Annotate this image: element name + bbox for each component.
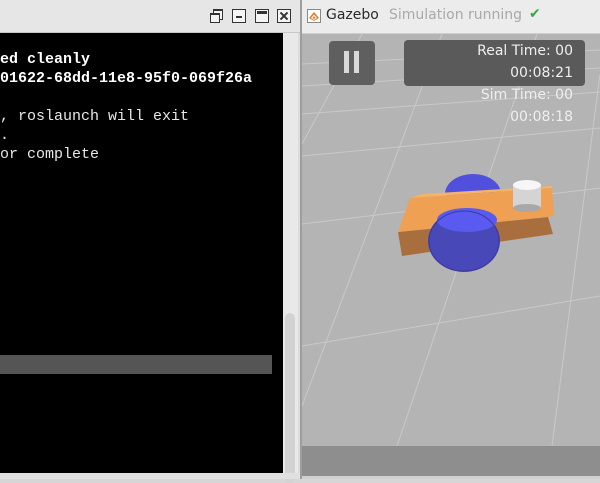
terminal-line: ed cleanly [0,51,91,68]
time-panel: Real Time: 00 00:08:21 Sim Time: 00 00:0… [404,40,585,125]
pause-button[interactable] [329,41,375,85]
gazebo-window: Gazebo Simulation running ✔ Real Time: 0… [302,0,600,479]
terminal-output[interactable]: ed cleanly 01622-68dd-11e8-95f0-069f26a … [0,33,283,473]
real-time-label: Real Time: 00 [477,43,573,59]
terminal-line: . [0,127,10,144]
simulation-viewport[interactable]: Real Time: 00 00:08:21 Sim Time: 00 00:0… [302,34,600,446]
terminal-bottom-border [0,473,300,479]
sim-time-label: Sim Time: 00 [480,87,573,103]
restore-icon[interactable] [210,9,224,23]
pause-icon [344,51,360,75]
gazebo-bottom-toolbar [302,446,600,479]
terminal-line: or complete [0,146,100,163]
simulation-status: Simulation running [389,7,523,23]
gazebo-titlebar: Gazebo Simulation running ✔ [302,0,600,34]
real-time-value: 00:08:21 [510,65,573,81]
close-icon[interactable] [277,9,291,23]
scrollbar-thumb[interactable] [285,313,295,483]
app-title: Gazebo [326,7,379,23]
gazebo-logo-icon [307,9,321,23]
sim-time-value: 00:08:18 [510,109,573,125]
terminal-line: 01622-68dd-11e8-95f0-069f26a [0,70,253,87]
maximize-icon[interactable] [255,9,269,23]
check-icon: ✔ [529,6,541,22]
terminal-scrollbar[interactable] [283,33,298,483]
terminal-titlebar [0,0,300,33]
terminal-line: , roslaunch will exit [0,108,190,125]
terminal-highlight-bar [0,355,272,374]
minimize-icon[interactable] [232,9,246,23]
terminal-window: ed cleanly 01622-68dd-11e8-95f0-069f26a … [0,0,300,483]
